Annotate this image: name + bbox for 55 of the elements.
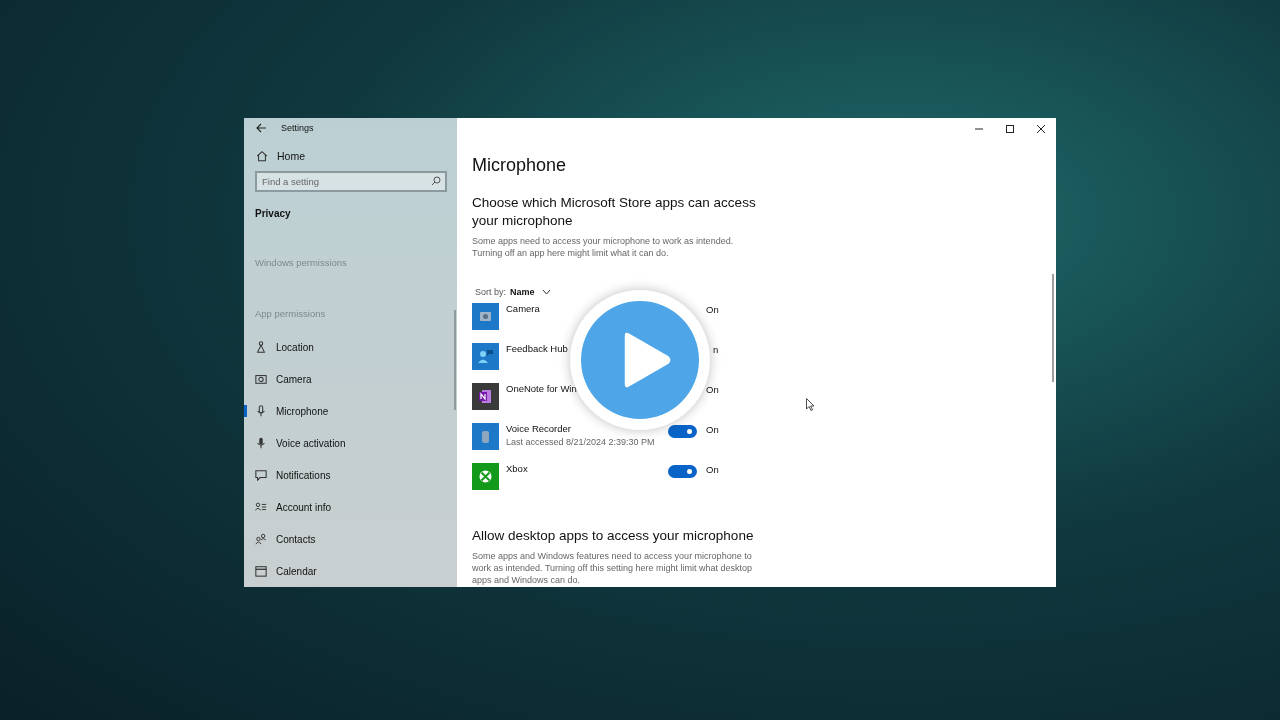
- toggle-switch[interactable]: [668, 465, 697, 478]
- app-name: OneNote for Win: [506, 383, 578, 394]
- xbox-app-icon: [472, 463, 499, 490]
- section-heading: Allow desktop apps to access your microphone: [472, 527, 755, 545]
- page-title: Microphone: [472, 155, 568, 176]
- last-accessed-text: Last accessed 8/21/2024 2:39:30 PM: [506, 437, 656, 447]
- back-arrow-icon[interactable]: [256, 122, 267, 133]
- sort-dropdown[interactable]: Name: [510, 287, 535, 297]
- toggle-switch[interactable]: [668, 425, 697, 438]
- toggle-status: On: [706, 304, 719, 315]
- microphone-icon: [255, 437, 267, 449]
- search-field[interactable]: Find a setting: [255, 171, 447, 192]
- toggle-status: On: [706, 424, 719, 435]
- section-description: Some apps and Windows features need to access your microphone to work as intended. Turning off this setting here might limit what desktop apps and Windows can do.: [472, 550, 753, 586]
- sort-label: Sort by:: [475, 287, 506, 297]
- section-heading: Choose which Microsoft Store apps can access your microphone: [472, 194, 757, 230]
- play-icon: [581, 301, 699, 419]
- toggle-status: n: [713, 344, 719, 355]
- app-name: Camera: [506, 303, 541, 314]
- calendar-icon: [255, 565, 267, 577]
- nav-item[interactable]: Camera: [244, 363, 457, 395]
- nav-item[interactable]: Voice activation: [244, 427, 457, 459]
- nav-item[interactable]: Notifications: [244, 459, 457, 491]
- nav-item[interactable]: Location: [244, 331, 457, 363]
- group-heading: App permissions: [255, 308, 327, 319]
- location-icon: [255, 341, 267, 353]
- group-heading: Windows permissions: [255, 257, 348, 268]
- nav-item[interactable]: Calendar: [244, 555, 457, 587]
- nav-item[interactable]: Contacts: [244, 523, 457, 555]
- section-description: Some apps need to access your microphone to work as intended. Turning off an app here might limit what it can do.: [472, 235, 735, 259]
- camera-app-icon: [472, 303, 499, 330]
- notebook-app-icon: [472, 383, 499, 410]
- recorder-app-icon: [472, 423, 499, 450]
- search-icon: [431, 176, 441, 186]
- close-icon: [1035, 124, 1046, 134]
- toggle-status: On: [706, 384, 719, 395]
- camera-icon: [255, 373, 267, 385]
- message-icon: [255, 469, 267, 481]
- home-link[interactable]: Home: [277, 150, 305, 162]
- caret-icon[interactable]: [541, 289, 551, 295]
- microphone-icon: [255, 405, 267, 417]
- nav-item[interactable]: Microphone: [244, 395, 457, 427]
- nav-item[interactable]: Account info: [244, 491, 457, 523]
- maximize-icon: [1004, 124, 1015, 134]
- section-title: Privacy: [255, 208, 292, 219]
- app-name: Voice Recorder: [506, 423, 572, 434]
- toggle-status: On: [706, 464, 719, 475]
- mouse-cursor-icon: [806, 398, 815, 411]
- account-icon: [255, 501, 267, 513]
- app-name: Feedback Hub: [506, 343, 569, 354]
- app-name: Xbox: [506, 463, 529, 474]
- home-icon: [256, 150, 268, 162]
- feedback-app-icon: [472, 343, 499, 370]
- contacts-icon: [255, 533, 267, 545]
- window-title: Settings: [281, 122, 314, 133]
